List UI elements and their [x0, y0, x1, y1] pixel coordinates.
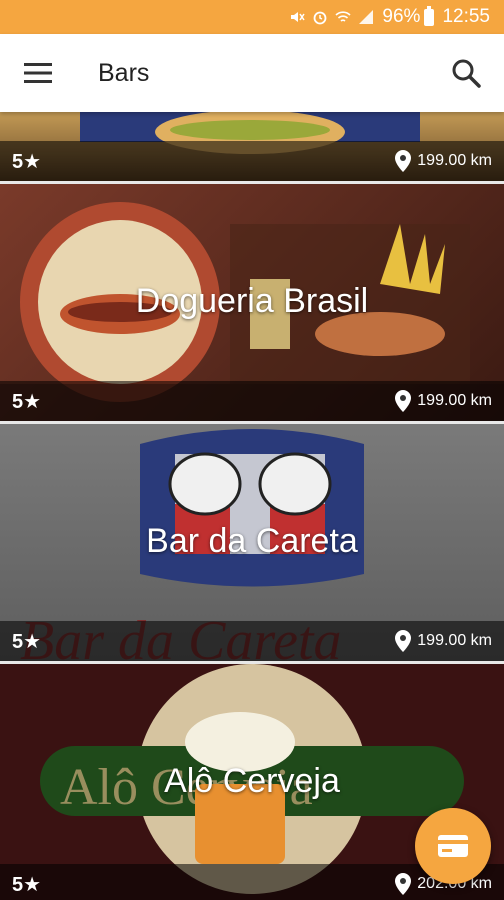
rating: 5★ [12, 630, 42, 653]
page-title: Bars [98, 58, 150, 87]
status-icons [289, 9, 374, 25]
menu-button[interactable] [0, 34, 76, 112]
bar-name: Bar da Careta [146, 522, 358, 560]
status-bar: 96% 12:55 [0, 0, 504, 34]
distance-value: 199.00 km [417, 632, 492, 649]
battery-percent: 96% [382, 6, 421, 27]
battery-icon [424, 5, 435, 26]
rating: 5★ [12, 150, 42, 173]
mute-icon [289, 9, 306, 25]
app-bar: Bars [0, 34, 504, 112]
card-fab-button[interactable] [415, 808, 491, 884]
list-item[interactable]: Bar da Careta Bar da Careta 5★ 199.00 km [0, 424, 504, 664]
location-pin-icon [395, 150, 412, 172]
location-pin-icon [395, 390, 412, 412]
bar-list: 5★ 199.00 km Dogueria Brasil 5★ 199.00 k… [0, 112, 504, 900]
card-footer: 5★ 199.00 km [0, 141, 504, 181]
distance: 199.00 km [395, 390, 492, 412]
search-button[interactable] [428, 34, 504, 112]
bar-name: Alô Cerveja [164, 762, 340, 800]
rating: 5★ [12, 390, 42, 413]
distance-value: 199.00 km [417, 152, 492, 169]
card-icon [438, 835, 468, 857]
menu-icon [24, 63, 52, 83]
location-pin-icon [395, 630, 412, 652]
bar-name: Dogueria Brasil [135, 282, 369, 320]
card-footer: 5★ 199.00 km [0, 621, 504, 661]
list-item[interactable]: 5★ 199.00 km [0, 112, 504, 184]
signal-icon [358, 9, 374, 25]
search-icon [452, 59, 481, 88]
wifi-icon [335, 9, 351, 25]
card-footer: 5★ 199.00 km [0, 381, 504, 421]
distance: 199.00 km [395, 150, 492, 172]
list-item[interactable]: Dogueria Brasil 5★ 199.00 km [0, 184, 504, 424]
location-pin-icon [395, 873, 412, 895]
distance-value: 199.00 km [417, 392, 492, 409]
alarm-icon [312, 9, 328, 25]
rating: 5★ [12, 873, 42, 896]
distance: 199.00 km [395, 630, 492, 652]
clock: 12:55 [442, 6, 490, 27]
